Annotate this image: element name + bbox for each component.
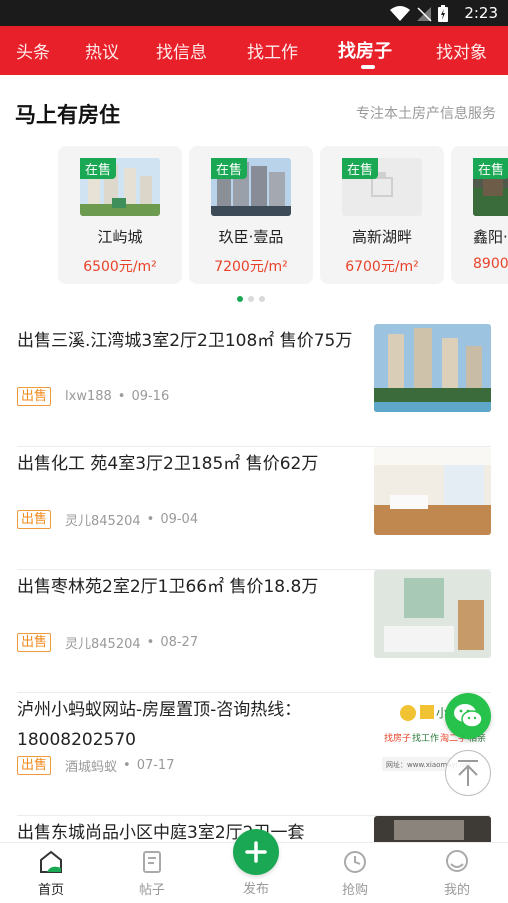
on-sale-badge: 在售 <box>473 158 508 179</box>
on-sale-badge: 在售 <box>80 158 117 179</box>
meta-separator: • <box>117 389 126 404</box>
wechat-icon <box>454 704 483 728</box>
property-carousel[interactable]: 在售 江屿城 6500元/m² 在售 玖臣·壹品 7200元/m² 在售 高新湖… <box>0 145 508 287</box>
listing-meta: 出售 灵儿845204 • 08-27 <box>17 633 198 652</box>
on-sale-badge: 在售 <box>211 158 248 179</box>
back-to-top-button[interactable] <box>445 750 491 796</box>
property-name: 玖臣·壹品 <box>218 228 284 246</box>
property-name: 江屿城 <box>97 228 143 246</box>
property-name: 高新湖畔 <box>351 228 412 246</box>
listing-item[interactable]: 泸州小蚂蚁网站-房屋置顶-咨询热线：18008202570 出售 酒城蚂蚁 • … <box>17 693 491 816</box>
listing-item[interactable]: 出售三溪.江湾城3室2厅2卫108㎡ 售价75万 出售 lxw188 • 09-… <box>17 324 491 447</box>
ad-link-find-job: 找工作 <box>412 732 439 744</box>
battery-icon <box>438 5 448 22</box>
on-sale-badge: 在售 <box>342 158 379 179</box>
listing-meta: 出售 酒城蚂蚁 • 07-17 <box>17 756 174 775</box>
listing-item[interactable]: 出售化工 苑4室3厅2卫185㎡ 售价62万 出售 灵儿845204 • 09-… <box>17 447 491 570</box>
meta-separator: • <box>123 758 131 773</box>
profile-icon <box>446 850 468 872</box>
property-card[interactable]: 在售 玖臣·壹品 7200元/m² <box>189 146 313 284</box>
listing-title: 泸州小蚂蚁网站-房屋置顶-咨询热线：18008202570 <box>17 700 302 750</box>
tab-find-job[interactable]: 找工作 <box>247 38 298 63</box>
property-price: 8900 <box>473 256 508 272</box>
tab-home[interactable]: 首页 <box>21 849 81 898</box>
listing-date: 08-27 <box>160 635 199 650</box>
ad-link-find-house: 找房子 <box>384 732 411 744</box>
tab-headlines[interactable]: 头条 <box>16 38 50 63</box>
section-subtitle: 专注本土房产信息服务 <box>356 106 496 122</box>
listing-title: 出售化工 苑4室3厅2卫185㎡ 售价62万 <box>17 454 319 474</box>
listing-date: 07-17 <box>136 758 175 773</box>
bottom-tab-bar: 首页 帖子 发布 抢购 我的 <box>0 829 508 903</box>
listing-author: 灵儿845204 <box>65 637 141 652</box>
tab-find-info[interactable]: 找信息 <box>156 38 207 63</box>
meta-separator: • <box>146 512 155 527</box>
listing-image <box>374 324 491 412</box>
listing-meta: 出售 灵儿845204 • 09-04 <box>17 510 198 529</box>
top-nav: 头条 热议 找信息 找工作 找房子 找对象 <box>0 26 508 75</box>
carousel-page-dots <box>237 296 265 302</box>
status-icons <box>390 5 448 22</box>
listing-author: 灵儿845204 <box>65 514 141 529</box>
for-sale-tag: 出售 <box>17 387 52 406</box>
listing-meta: 出售 lxw188 • 09-16 <box>17 387 169 406</box>
flash-sale-icon <box>344 851 366 873</box>
property-card[interactable]: 在售 江屿城 6500元/m² <box>58 146 182 284</box>
tab-flash-sale-label: 抢购 <box>341 883 368 898</box>
for-sale-tag: 出售 <box>17 633 52 652</box>
listing-title: 出售枣林苑2室2厅1卫66㎡ 售价18.8万 <box>17 577 319 597</box>
tab-posts[interactable]: 帖子 <box>122 849 182 898</box>
post-icon <box>143 851 161 873</box>
listing-item[interactable]: 出售枣林苑2室2厅1卫66㎡ 售价18.8万 出售 灵儿845204 • 08-… <box>17 570 491 693</box>
section-header: 马上有房住 专注本土房产信息服务 <box>0 75 508 145</box>
property-price: 6700元/m² <box>345 259 419 275</box>
listing-author: lxw188 <box>65 389 112 404</box>
property-name: 鑫阳· <box>473 228 508 246</box>
listing-date: 09-16 <box>131 389 170 404</box>
no-signal-icon <box>417 6 432 22</box>
page-dot <box>248 296 254 302</box>
wifi-icon <box>390 5 410 21</box>
property-price: 7200元/m² <box>214 259 288 275</box>
for-sale-tag: 出售 <box>17 756 52 775</box>
wechat-contact-button[interactable] <box>445 693 491 739</box>
plus-icon <box>245 841 267 863</box>
tab-posts-label: 帖子 <box>138 883 165 898</box>
property-price: 6500元/m² <box>83 259 157 275</box>
listing-author: 酒城蚂蚁 <box>65 760 118 775</box>
arrow-up-icon <box>458 760 478 786</box>
for-sale-tag: 出售 <box>17 510 52 529</box>
tab-hot-topics[interactable]: 热议 <box>85 38 119 63</box>
active-tab-indicator <box>361 65 375 69</box>
publish-button[interactable] <box>233 829 279 875</box>
tab-find-house[interactable]: 找房子 <box>338 37 392 63</box>
status-time: 2:23 <box>464 4 498 22</box>
meta-separator: • <box>146 635 155 650</box>
tab-flash-sale[interactable]: 抢购 <box>325 849 385 898</box>
page-dot <box>259 296 265 302</box>
tab-profile-label: 我的 <box>443 883 470 898</box>
status-bar: 2:23 <box>0 0 508 26</box>
tab-find-partner[interactable]: 找对象 <box>436 38 487 63</box>
tab-profile[interactable]: 我的 <box>427 849 487 898</box>
listing-title: 出售三溪.江湾城3室2厅2卫108㎡ 售价75万 <box>17 331 353 351</box>
home-icon <box>40 850 62 873</box>
listing-image <box>374 447 491 535</box>
section-title: 马上有房住 <box>15 103 120 127</box>
listing-image <box>374 570 491 658</box>
property-card[interactable]: 在售 鑫阳· 8900 <box>451 146 508 284</box>
publish-label: 发布 <box>242 882 269 897</box>
property-card[interactable]: 在售 高新湖畔 6700元/m² <box>320 146 444 284</box>
page-dot-active <box>237 296 243 302</box>
tab-home-label: 首页 <box>37 883 64 898</box>
listing-date: 09-04 <box>160 512 199 527</box>
